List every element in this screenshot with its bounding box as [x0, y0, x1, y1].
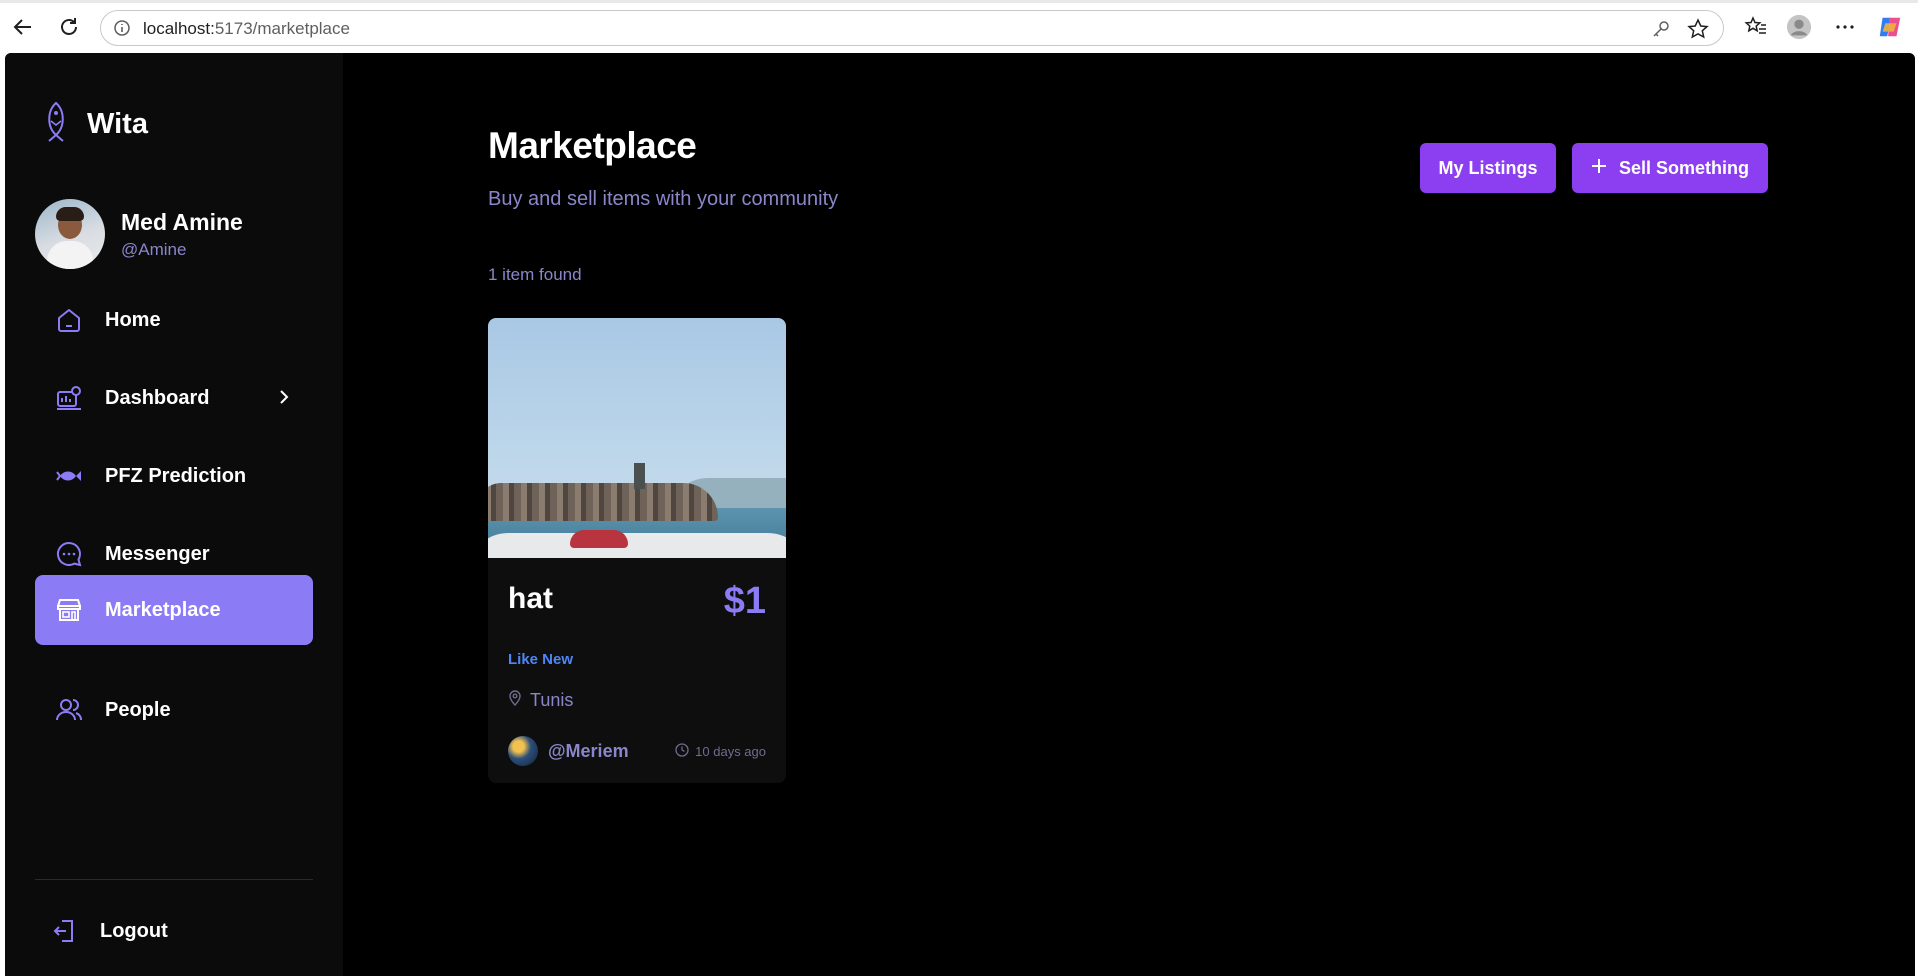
listing-time: 10 days ago [675, 743, 766, 760]
result-count: 1 item found [488, 265, 582, 284]
more-icon[interactable] [1832, 14, 1858, 40]
clock-icon [675, 743, 689, 760]
listing-price: $1 [723, 580, 766, 622]
fish-logo-icon [43, 101, 69, 148]
sidebar-item-pfz-prediction[interactable]: PFZ Prediction [35, 441, 313, 511]
url-text[interactable]: localhost:5173/marketplace [143, 19, 350, 39]
map-pin-icon [508, 690, 522, 711]
store-icon [55, 596, 83, 624]
favorites-icon[interactable] [1743, 14, 1769, 40]
profile-icon[interactable] [1786, 14, 1812, 40]
people-icon [55, 696, 83, 724]
chat-icon [55, 540, 83, 568]
url-host: localhost: [143, 19, 215, 38]
page-title: Marketplace [488, 125, 697, 166]
sidebar-item-label: Messenger [105, 542, 210, 565]
home-icon [55, 306, 83, 334]
url-path: 5173/marketplace [214, 19, 350, 38]
my-listings-button[interactable]: My Listings [1420, 143, 1556, 193]
listing-image[interactable] [488, 318, 786, 558]
user-profile[interactable]: Med Amine @Amine [35, 199, 243, 269]
avatar [35, 199, 105, 269]
sidebar-divider [35, 879, 313, 880]
site-info-icon[interactable] [113, 19, 131, 42]
sidebar-item-home[interactable]: Home [35, 285, 313, 355]
listing-card[interactable]: hat $1 Like New Tunis @Meriem 10 days ag… [488, 318, 786, 783]
copilot-icon[interactable] [1877, 14, 1903, 40]
page-subtitle: Buy and sell items with your community [488, 188, 839, 210]
sidebar-item-marketplace[interactable]: Marketplace [35, 575, 313, 645]
star-icon[interactable] [1687, 18, 1709, 45]
chevron-right-icon[interactable] [277, 387, 291, 412]
main-content: Marketplace Buy and sell items with your… [343, 53, 1915, 976]
dashboard-icon [55, 384, 83, 412]
browser-toolbar: localhost:5173/marketplace [0, 0, 1918, 53]
profile-name: Med Amine [121, 208, 243, 235]
brand[interactable]: Wita [43, 101, 148, 148]
listing-condition: Like New [508, 651, 574, 668]
logout-button[interactable]: Logout [35, 896, 313, 966]
seller-name: @Meriem [548, 740, 629, 761]
plus-icon [1591, 158, 1607, 179]
tab-strip [0, 0, 1918, 3]
sidebar-item-label: Dashboard [105, 386, 210, 409]
sidebar-item-dashboard[interactable]: Dashboard [35, 363, 313, 433]
sell-something-label: Sell Something [1618, 157, 1750, 178]
sidebar-item-label: People [105, 698, 171, 721]
sidebar-item-label: Marketplace [105, 598, 221, 621]
sidebar-item-label: Home [105, 308, 161, 331]
location-text: Tunis [530, 690, 574, 710]
listing-location: Tunis [508, 690, 573, 711]
listing-title: hat [508, 582, 553, 615]
seller-avatar [508, 736, 538, 766]
app-window: Wita Med Amine @Amine Home Dashboard PFZ… [5, 53, 1915, 976]
logout-icon [50, 917, 78, 945]
listing-seller[interactable]: @Meriem [508, 736, 629, 766]
sidebar-item-people[interactable]: People [35, 675, 313, 745]
brand-name: Wita [87, 108, 148, 140]
sidebar: Wita Med Amine @Amine Home Dashboard PFZ… [5, 53, 343, 976]
sell-something-button[interactable]: Sell Something [1572, 143, 1768, 193]
key-icon[interactable] [1651, 19, 1671, 44]
my-listings-label: My Listings [1438, 157, 1538, 178]
logout-label: Logout [100, 919, 168, 942]
posted-time: 10 days ago [695, 744, 766, 759]
fish-icon [55, 462, 83, 490]
reload-icon[interactable] [54, 12, 84, 42]
sidebar-item-label: PFZ Prediction [105, 464, 247, 487]
address-bar[interactable]: localhost:5173/marketplace [100, 10, 1724, 46]
back-icon[interactable] [8, 12, 38, 42]
profile-handle: @Amine [121, 239, 187, 259]
